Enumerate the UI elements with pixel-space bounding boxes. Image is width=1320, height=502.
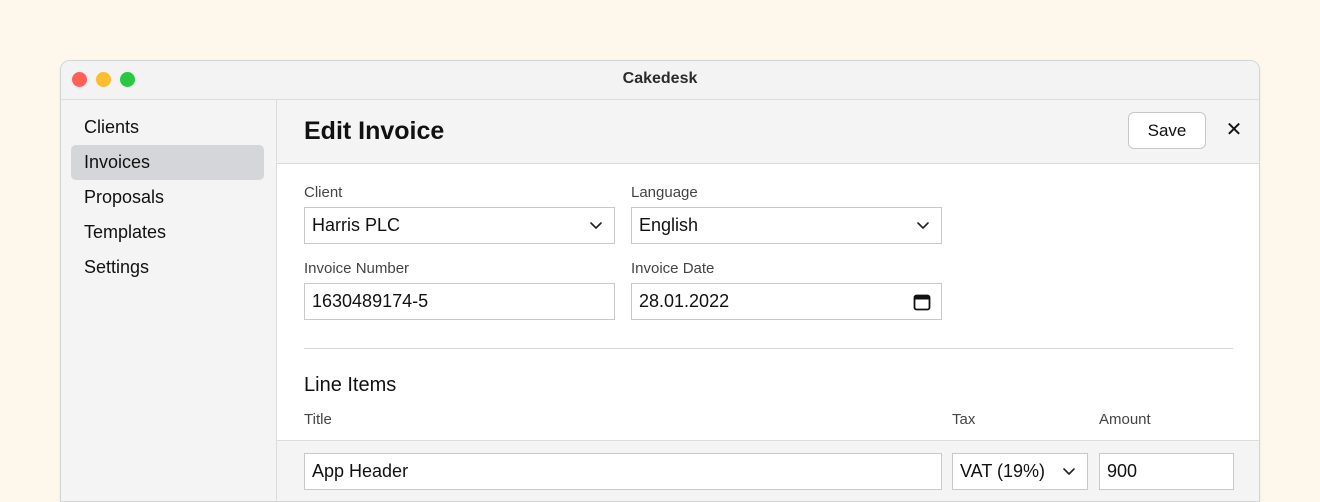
line-item-amount-value: 900 [1107,461,1138,481]
save-button[interactable]: Save [1128,112,1206,149]
chevron-down-icon [917,222,929,229]
sidebar-item-settings[interactable]: Settings [71,250,264,285]
client-label: Client [304,184,343,201]
sidebar-item-label: Invoices [84,152,151,172]
language-select[interactable]: English [631,207,942,244]
invoice-number-input[interactable]: 1630489174-5 [304,283,615,320]
sidebar-item-clients[interactable]: Clients [71,110,264,145]
sidebar-item-label: Templates [84,222,167,242]
line-item-amount-input[interactable]: 900 [1099,453,1234,490]
line-items-title: Line Items [304,374,397,396]
invoice-number-label: Invoice Number [304,260,410,277]
invoice-date-input[interactable]: 28.01.2022 [631,283,942,320]
chevron-down-icon [590,222,602,229]
window-title: Cakedesk [622,70,698,87]
page-header: Edit Invoice Save ✕ [277,100,1259,164]
line-item-tax-value: VAT (19%) [960,461,1046,481]
calendar-icon[interactable] [913,293,931,311]
sidebar-item-label: Clients [84,117,140,137]
page-title: Edit Invoice [304,117,445,145]
sidebar-item-label: Settings [84,257,150,277]
sidebar: Clients Invoices Proposals Templates Set… [61,100,277,501]
invoice-date-label: Invoice Date [631,260,715,277]
language-select-value: English [639,215,699,235]
column-header-title: Title [304,411,332,428]
sidebar-item-label: Proposals [84,187,165,207]
column-header-tax: Tax [952,411,976,428]
line-item-tax-select[interactable]: VAT (19%) [952,453,1088,490]
line-item-title-value: App Header [312,461,409,481]
language-label: Language [631,184,698,201]
section-divider [304,348,1233,349]
title-bar: Cakedesk [61,61,1259,100]
sidebar-item-templates[interactable]: Templates [71,215,264,250]
app-window: Cakedesk Clients Invoices Proposals Temp… [60,60,1260,502]
client-select[interactable]: Harris PLC [304,207,615,244]
sidebar-item-proposals[interactable]: Proposals [71,180,264,215]
sidebar-item-invoices[interactable]: Invoices [71,145,264,180]
invoice-date-value: 28.01.2022 [639,291,730,311]
chevron-down-icon [1063,468,1075,475]
column-header-amount: Amount [1099,411,1151,428]
main-content: Edit Invoice Save ✕ Client Harris PLC La… [277,100,1259,501]
line-item-title-input[interactable]: App Header [304,453,942,490]
table-row: App Header VAT (19%) 900 [277,441,1259,501]
client-select-value: Harris PLC [312,215,401,235]
invoice-number-value: 1630489174-5 [312,291,429,311]
close-icon[interactable]: ✕ [1223,116,1245,144]
